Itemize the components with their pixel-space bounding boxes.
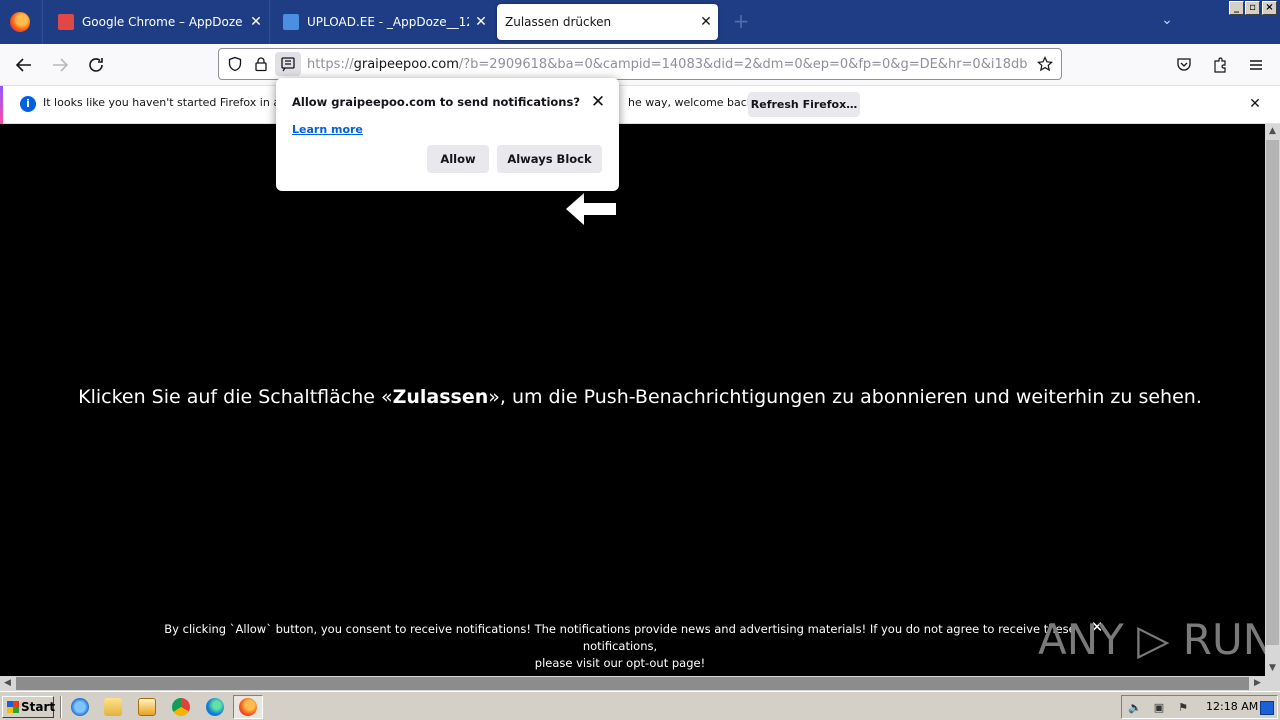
consent-text: ! [700,656,706,670]
edge-icon[interactable] [206,698,224,716]
anyrun-watermark: ANY ▷ RUN [1038,615,1275,664]
url-host: graipeepoo.com [353,57,459,72]
scroll-up-icon[interactable]: ▲ [1265,124,1280,139]
start-label: Start [21,700,56,714]
start-button[interactable]: Start [2,696,56,718]
tab-title: Zulassen drücken [505,15,612,29]
minimize-button[interactable]: _ [1229,1,1244,15]
notification-permission-popup: Allow graipeepoo.com to send notificatio… [276,78,619,191]
consent-text: please visit our [534,656,627,670]
list-all-tabs-icon[interactable]: ⌄ [1157,12,1177,32]
consent-line: please visit our opt-out page! [150,655,1090,672]
close-window-button[interactable]: × [1262,1,1277,15]
info-icon: i [20,96,36,112]
tab-google-chrome-appdoze[interactable]: Google Chrome – AppDoze ✕ [44,4,268,40]
opt-out-link[interactable]: opt-out page [626,656,700,670]
explorer-folder-icon[interactable] [104,698,122,716]
windows-taskbar: Start 🔈 ▣ ⚑ 12:18 AM [0,691,1280,720]
horizontal-scroll-thumb[interactable] [16,677,1249,690]
upload-ee-icon [283,14,299,30]
tab-title: Google Chrome – AppDoze [82,15,243,29]
push-subscribe-message: Klicken Sie auf die Schaltfläche «Zulass… [0,386,1280,408]
menu-icon[interactable] [1247,56,1265,74]
scroll-down-icon[interactable]: ▼ [1265,661,1280,676]
popup-title: Allow graipeepoo.com to send notificatio… [292,95,580,109]
learn-more-link[interactable]: Learn more [292,123,363,136]
media-player-icon[interactable] [138,698,156,716]
network-icon[interactable]: ▣ [1152,701,1166,715]
action-center-flag-icon[interactable]: ⚑ [1176,701,1190,715]
clock: 12:18 AM [1206,700,1259,713]
maximize-button[interactable]: ▫ [1245,1,1260,15]
internet-explorer-icon[interactable] [71,698,89,716]
tab-close-icon[interactable]: ✕ [244,14,268,30]
appdoze-icon [58,14,74,30]
scroll-left-icon[interactable]: ◀ [0,676,15,691]
vertical-scroll-thumb[interactable] [1266,140,1279,645]
forward-icon[interactable] [48,53,72,77]
consent-notice: By clicking `Allow` button, you consent … [150,621,1090,672]
notification-accent [0,86,3,124]
url-scheme: https:// [307,57,354,72]
tab-title: UPLOAD.EE - _AppDoze__122.0.6 [307,15,469,29]
tab-zulassen-druecken[interactable]: Zulassen drücken ✕ [497,4,718,40]
tab-strip: Google Chrome – AppDoze ✕ UPLOAD.EE - _A… [0,0,1280,44]
navigation-toolbar: https://graipeepoo.com/?b=2909618&ba=0&c… [0,44,1280,86]
tab-close-icon[interactable]: ✕ [469,14,493,30]
new-tab-button[interactable]: + [731,11,751,31]
page-content: Klicken Sie auf die Schaltfläche «Zulass… [0,124,1275,676]
notification-text-tail: he way, welcome back! [628,96,758,109]
taskbar-separator [60,696,62,718]
popup-close-icon[interactable]: ✕ [590,94,606,111]
back-icon[interactable] [12,53,36,77]
always-block-button[interactable]: Always Block [497,145,602,173]
tab-separator [42,0,43,44]
firefox-icon[interactable] [239,698,257,716]
consent-line: By clicking `Allow` button, you consent … [164,622,1076,653]
notification-text: It looks like you haven't started Firefo… [43,96,313,109]
allow-button[interactable]: Allow [427,145,489,173]
message-bold: Zulassen [392,386,489,408]
scroll-right-icon[interactable]: ▶ [1250,676,1265,691]
firefox-logo-icon [10,12,30,32]
tab-close-icon[interactable]: ✕ [694,14,718,30]
firefox-notification-bar: i It looks like you haven't started Fire… [0,86,1280,124]
volume-icon[interactable]: 🔈 [1128,701,1142,715]
scrollbar-corner [1265,676,1280,691]
tab-upload-ee[interactable]: UPLOAD.EE - _AppDoze__122.0.6 ✕ [269,4,493,40]
url-text[interactable]: https://graipeepoo.com/?b=2909618&ba=0&c… [307,56,1029,74]
refresh-firefox-button[interactable]: Refresh Firefox… [748,92,860,117]
message-part: Klicken Sie auf die Schaltfläche « [78,386,393,408]
url-bar[interactable]: https://graipeepoo.com/?b=2909618&ba=0&c… [218,48,1062,80]
show-desktop-icon[interactable] [1260,701,1274,715]
chrome-icon[interactable] [172,698,190,716]
message-part: », um die Push-Benachrichtigungen zu abo… [488,386,1202,408]
arrow-left-icon [566,193,616,225]
extensions-icon[interactable] [1211,56,1229,74]
windows-logo-icon [7,701,19,713]
pocket-icon[interactable] [1175,56,1193,74]
notification-permission-icon[interactable] [275,52,301,76]
lock-icon[interactable] [253,56,269,72]
close-notification-icon[interactable]: ✕ [1246,95,1264,113]
url-path: /?b=2909618&ba=0&campid=14083&did=2&dm=0… [458,57,1029,72]
system-tray: 🔈 ▣ ⚑ 12:18 AM [1121,695,1278,719]
bookmark-star-icon[interactable] [1037,56,1053,72]
reload-icon[interactable] [84,53,108,77]
shield-icon[interactable] [227,56,243,72]
